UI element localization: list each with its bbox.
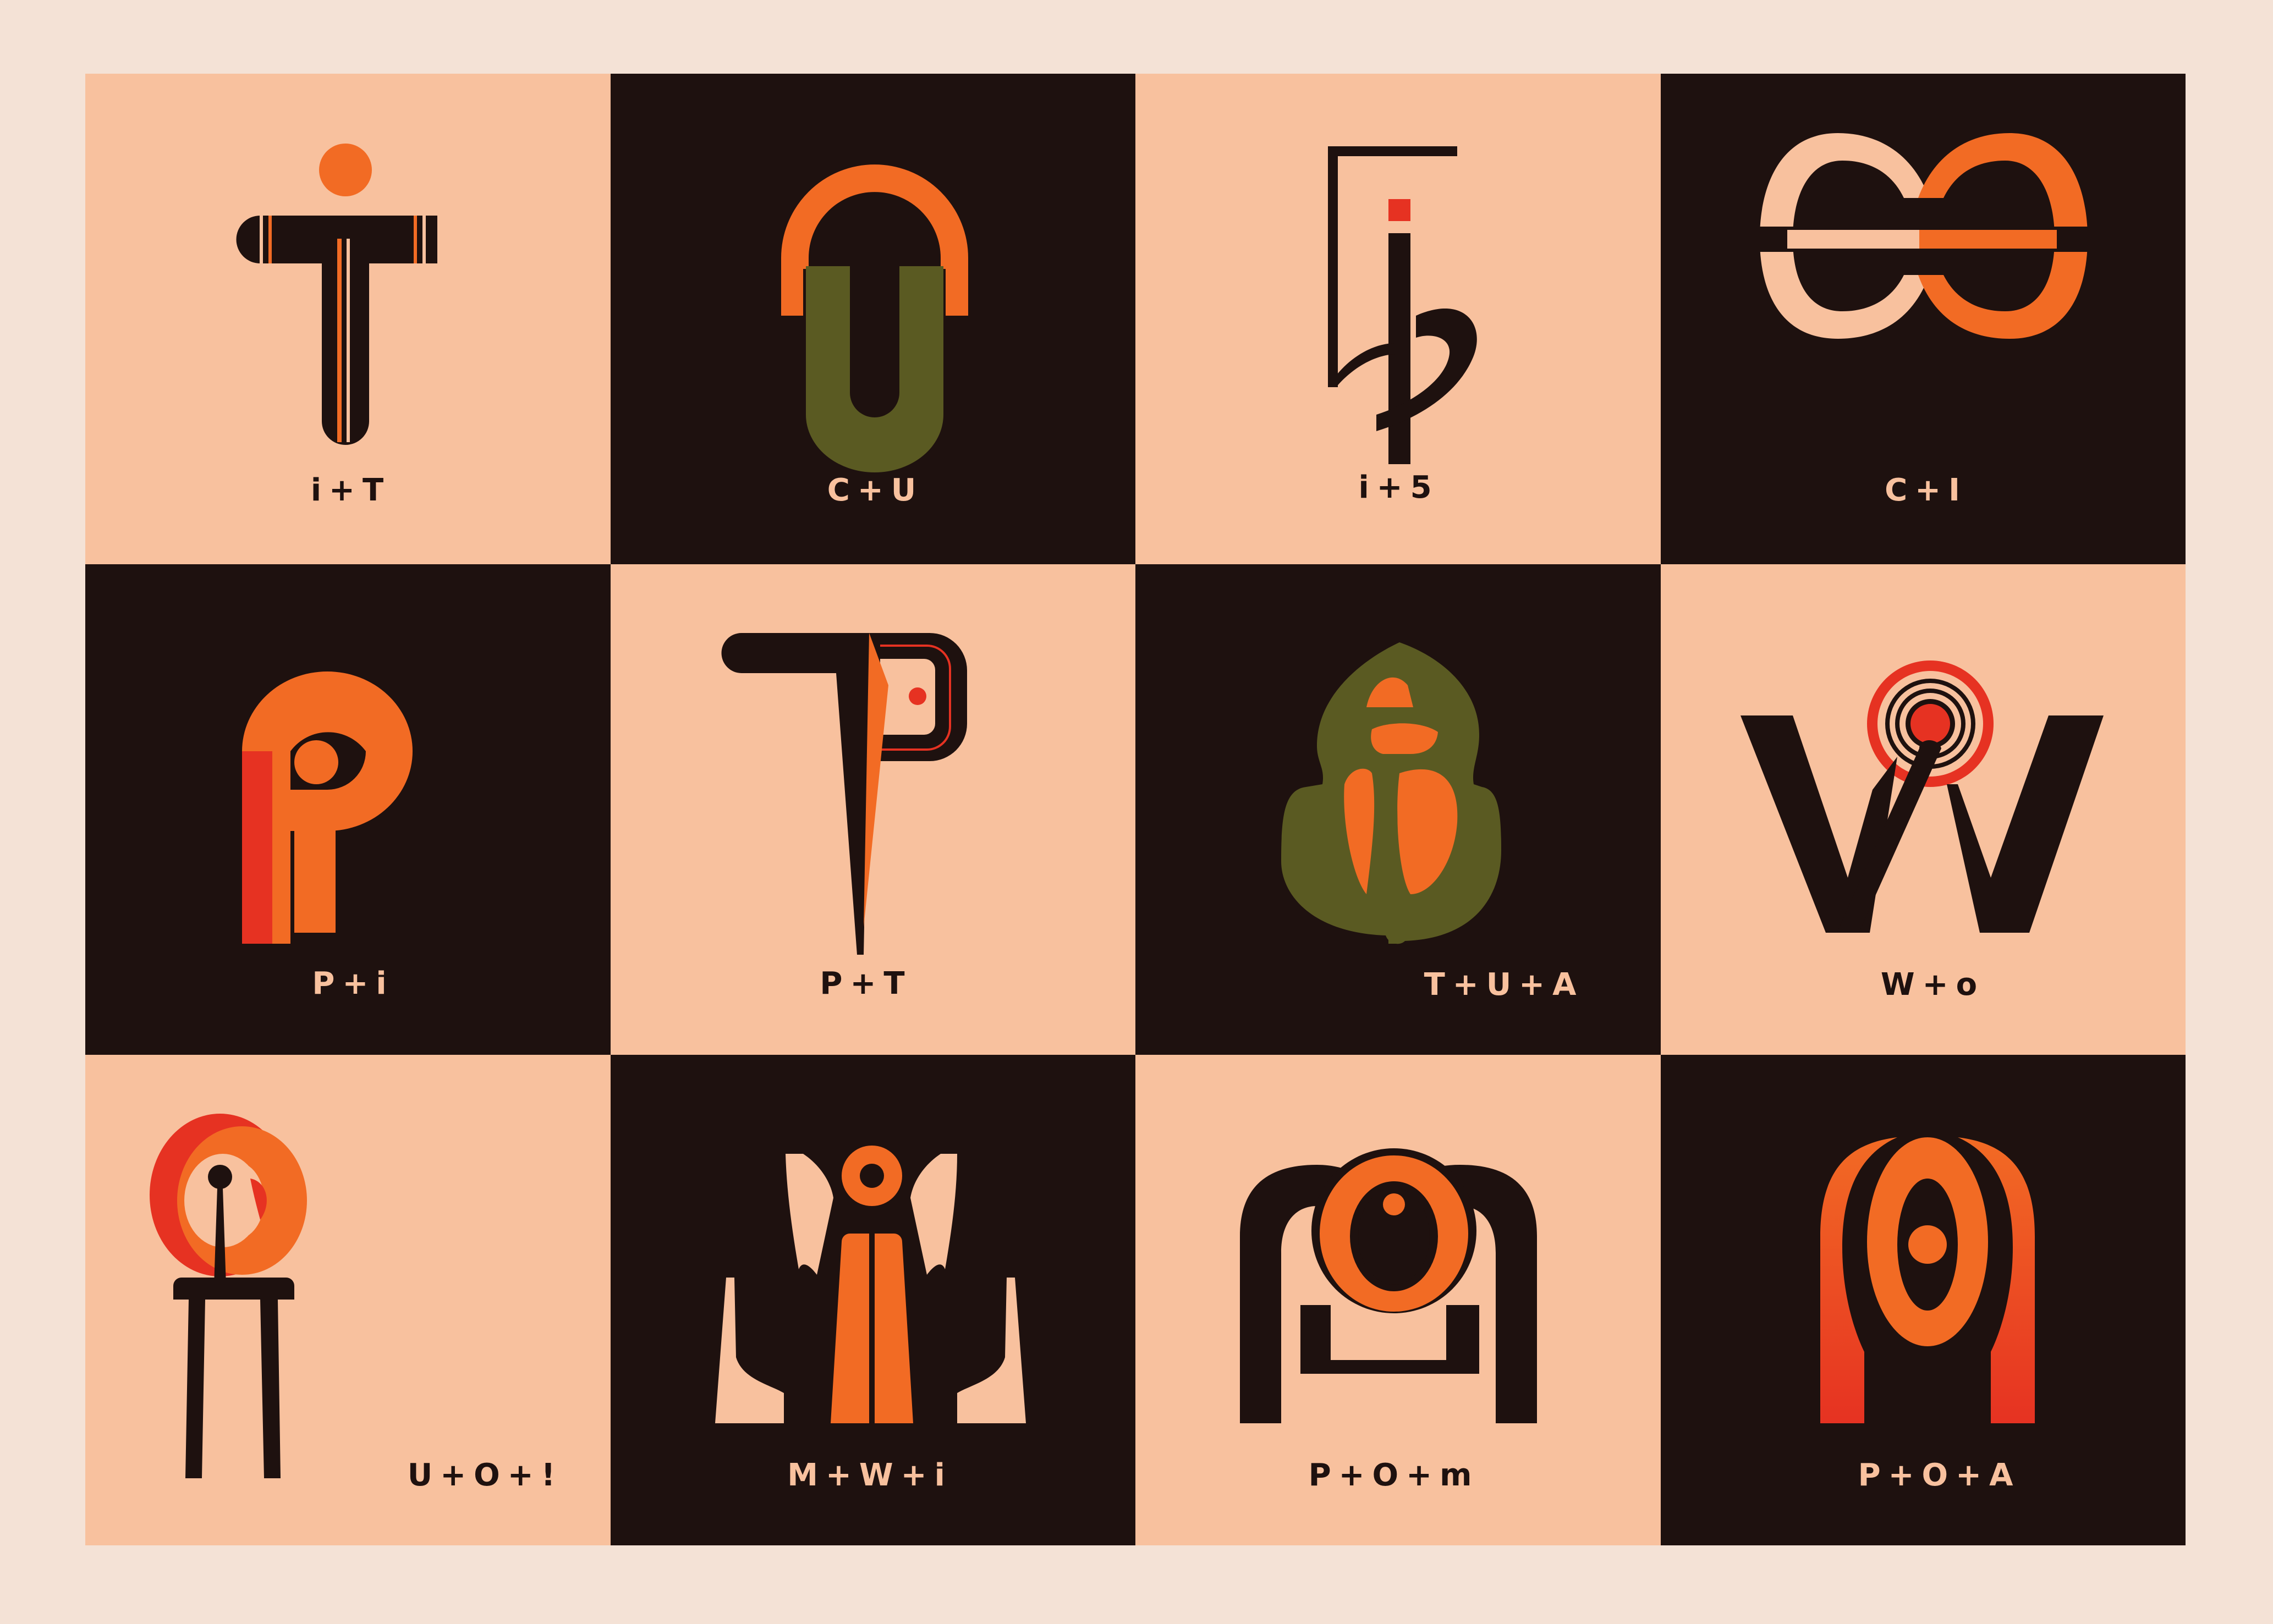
tile-caption: P+T (820, 966, 913, 1001)
tile-c-plus-i: C+I (1660, 74, 2186, 564)
tile-p-plus-o-plus-m: P+O+m (1135, 1055, 1661, 1545)
tile-caption: P+i (312, 966, 394, 1001)
tile-t-plus-u-plus-a: T+U+A (1135, 564, 1661, 1055)
tile-caption: T+U+A (1424, 967, 1584, 1003)
tile-caption: M+W+i (787, 1457, 953, 1493)
tile-caption: P+O+A (1858, 1457, 2021, 1493)
tile-u-plus-o-plus-exclamation: U+O+! (85, 1055, 611, 1545)
tile-caption: C+I (1885, 472, 1968, 508)
letter-combination-grid: i+T C+U i+5 C+I P+i P+T T+U+A W+o U+O+! … (85, 74, 2186, 1545)
tile-i-plus-t: i+T (85, 74, 611, 564)
tile-caption: i+5 (1358, 470, 1440, 505)
tile-p-plus-o-plus-a: P+O+A (1660, 1055, 2186, 1545)
tile-caption: U+O+! (407, 1457, 563, 1493)
tile-caption: P+O+m (1308, 1457, 1480, 1493)
tile-p-plus-t: P+T (610, 564, 1135, 1055)
tile-caption: W+o (1880, 967, 1985, 1003)
tile-caption: i+T (310, 472, 392, 508)
tile-m-plus-w-plus-i: M+W+i (610, 1055, 1135, 1545)
tile-w-plus-o: W+o (1660, 564, 2186, 1055)
tile-i-plus-5: i+5 (1135, 74, 1661, 564)
tile-c-plus-u: C+U (610, 74, 1135, 564)
tile-p-plus-i: P+i (85, 564, 611, 1055)
tile-caption: C+U (827, 472, 924, 508)
